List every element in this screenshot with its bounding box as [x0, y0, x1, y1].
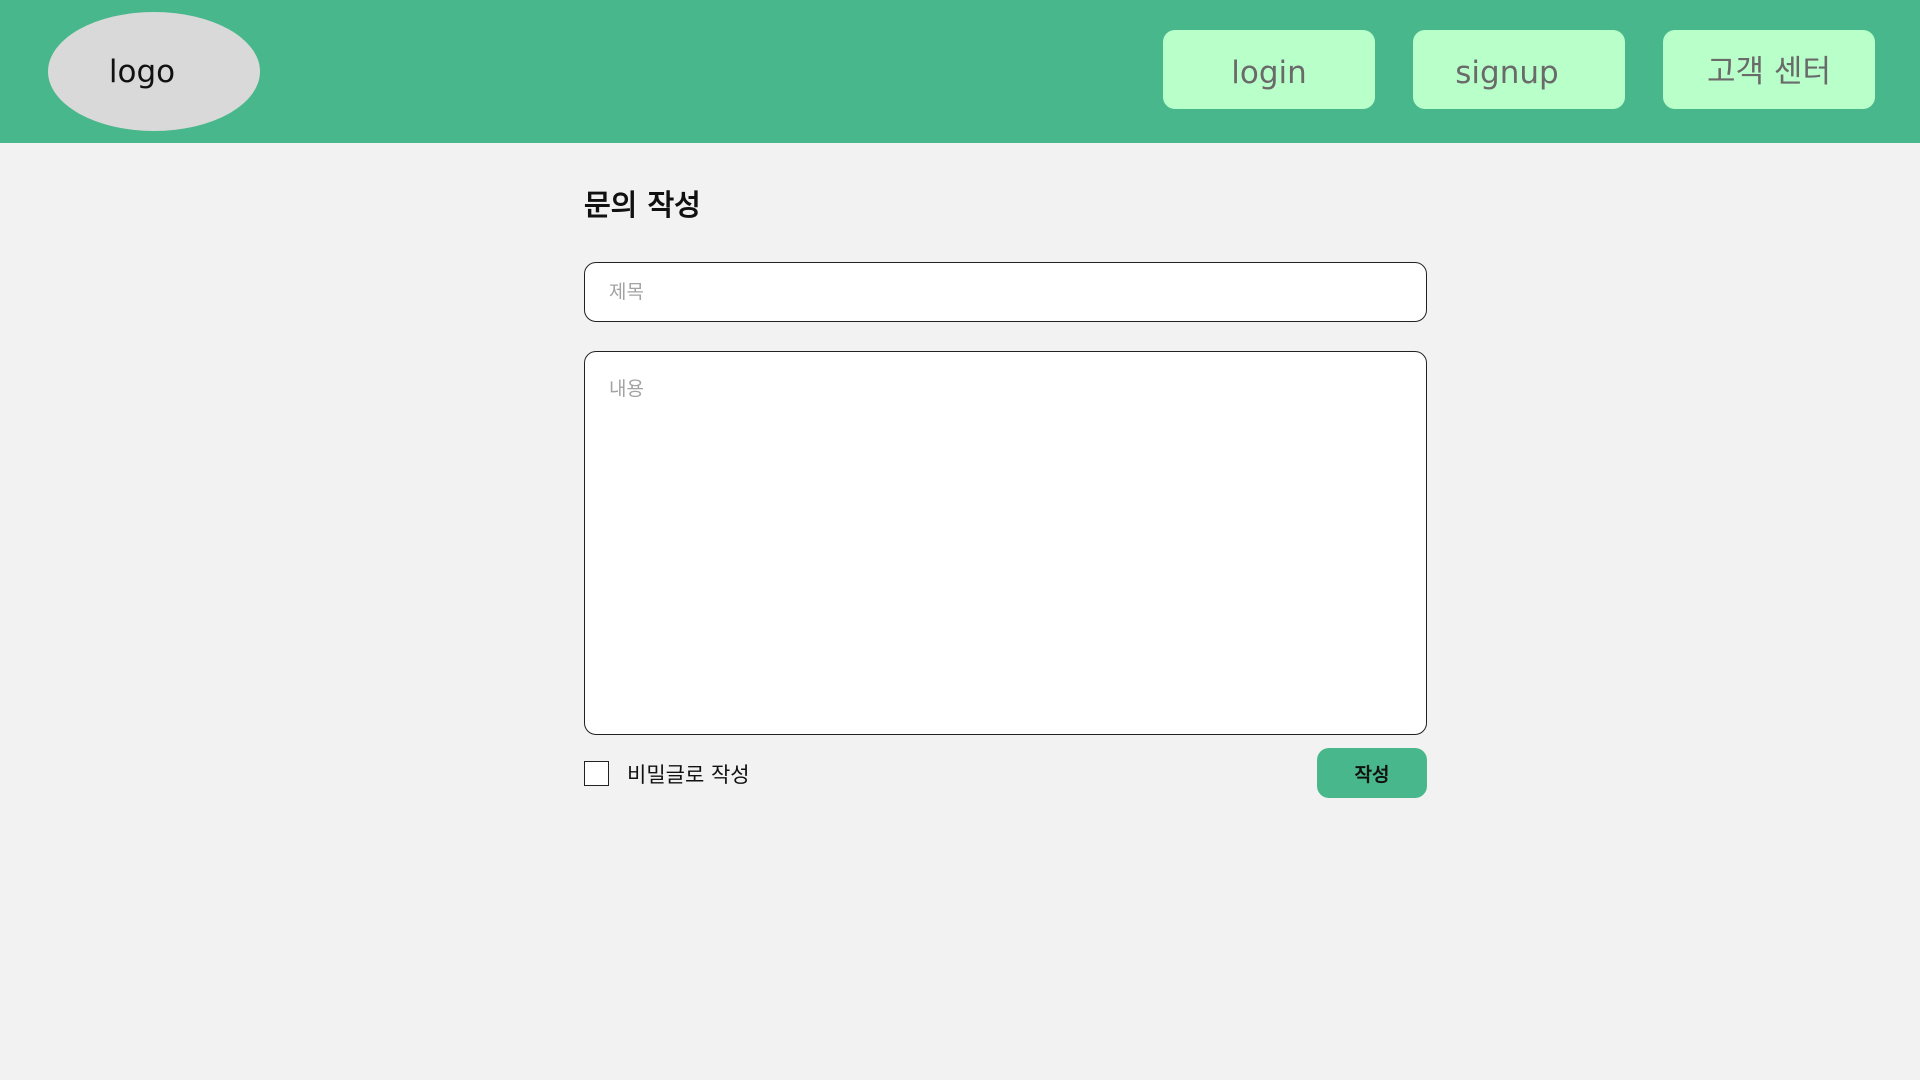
logo-text: logo	[108, 53, 176, 90]
content-textarea[interactable]	[584, 351, 1427, 735]
page-title: 문의 작성	[584, 188, 701, 222]
login-button[interactable]: login	[1163, 30, 1375, 109]
subject-input[interactable]	[584, 262, 1427, 322]
secret-post-label[interactable]: 비밀글로 작성	[627, 761, 750, 789]
logo[interactable]: logo	[48, 12, 260, 131]
secret-post-checkbox[interactable]	[584, 761, 609, 786]
site-header: logo login signup 고객 센터	[0, 0, 1920, 143]
submit-button[interactable]: 작성	[1317, 748, 1427, 798]
signup-button[interactable]: signup	[1413, 30, 1625, 109]
customer-center-button[interactable]: 고객 센터	[1663, 30, 1875, 109]
